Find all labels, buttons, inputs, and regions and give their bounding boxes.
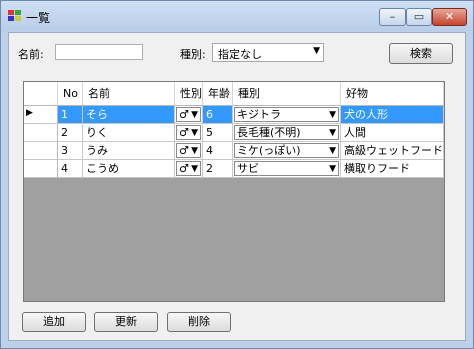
cell-gender-select[interactable]: ♂ ▼ <box>175 106 203 124</box>
dropdown-arrow-icon[interactable]: ▼ <box>191 144 198 158</box>
cell-name[interactable]: こうめ <box>83 160 175 178</box>
type-filter-select[interactable]: 指定なし ▼ <box>212 43 324 62</box>
cell-no[interactable]: 4 <box>58 160 83 178</box>
dropdown-arrow-icon[interactable]: ▼ <box>329 108 336 122</box>
current-row-icon: ▶ <box>26 108 33 118</box>
close-button[interactable]: ✕ <box>432 8 467 26</box>
name-search-input[interactable] <box>55 44 143 60</box>
maximize-icon: ▭ <box>413 10 425 23</box>
cell-age[interactable]: 5 <box>203 124 233 142</box>
row-header[interactable] <box>24 160 58 178</box>
data-grid[interactable]: No 名前 性別 年齢 種別 好物 ▶ 1 そら ♂ ▼ 6 キジトラ ▼ 犬の人形… <box>23 81 445 302</box>
cell-favorite[interactable]: 横取りフード <box>341 160 444 178</box>
add-button[interactable]: 追加 <box>22 312 86 332</box>
dropdown-arrow-icon[interactable]: ▼ <box>329 144 336 158</box>
main-window: 一覧 – ▭ ✕ 名前: 種別: 指定なし ▼ 検索 No 名前 性別 年齢 種… <box>0 0 474 349</box>
cell-favorite[interactable]: 高級ウェットフード <box>341 142 444 160</box>
cell-favorite[interactable]: 犬の人形 <box>341 106 444 124</box>
column-header-favorite[interactable]: 好物 <box>341 82 444 106</box>
cell-gender-select[interactable]: ♂ ▼ <box>175 160 203 178</box>
cell-name[interactable]: りく <box>83 124 175 142</box>
cell-favorite[interactable]: 人間 <box>341 124 444 142</box>
dropdown-arrow-icon[interactable]: ▼ <box>191 108 198 122</box>
dropdown-arrow-icon[interactable]: ▼ <box>191 162 198 176</box>
dropdown-arrow-icon[interactable]: ▼ <box>313 46 320 56</box>
row-header[interactable] <box>24 124 58 142</box>
cell-no[interactable]: 3 <box>58 142 83 160</box>
window-title: 一覧 <box>26 11 51 25</box>
maximize-button[interactable]: ▭ <box>406 8 432 26</box>
name-label: 名前: <box>18 48 44 61</box>
delete-button[interactable]: 削除 <box>167 312 231 332</box>
cell-name[interactable]: そら <box>83 106 175 124</box>
update-button[interactable]: 更新 <box>94 312 158 332</box>
row-header[interactable] <box>24 142 58 160</box>
cell-type-select[interactable]: サビ ▼ <box>233 160 341 178</box>
dropdown-arrow-icon[interactable]: ▼ <box>329 162 336 176</box>
cell-gender-select[interactable]: ♂ ▼ <box>175 124 203 142</box>
column-header-no[interactable]: No <box>58 82 83 106</box>
column-header-type[interactable]: 種別 <box>233 82 341 106</box>
type-filter-value: 指定なし <box>218 48 262 61</box>
cell-age[interactable]: 4 <box>203 142 233 160</box>
close-icon: ✕ <box>444 10 455 23</box>
row-header[interactable]: ▶ <box>24 106 58 124</box>
app-icon <box>8 10 21 21</box>
column-header-age[interactable]: 年齢 <box>203 82 233 106</box>
cell-type-select[interactable]: キジトラ ▼ <box>233 106 341 124</box>
column-header-name[interactable]: 名前 <box>83 82 175 106</box>
cell-name[interactable]: うみ <box>83 142 175 160</box>
cell-no[interactable]: 1 <box>58 106 83 124</box>
search-button[interactable]: 検索 <box>389 43 453 64</box>
minimize-button[interactable]: – <box>379 8 406 26</box>
grid-corner-header[interactable] <box>24 82 58 106</box>
cell-age[interactable]: 6 <box>203 106 233 124</box>
cell-no[interactable]: 2 <box>58 124 83 142</box>
cell-type-select[interactable]: 長毛種(不明) ▼ <box>233 124 341 142</box>
cell-type-select[interactable]: ミケ(っぽい) ▼ <box>233 142 341 160</box>
cell-gender-select[interactable]: ♂ ▼ <box>175 142 203 160</box>
cell-age[interactable]: 2 <box>203 160 233 178</box>
type-label: 種別: <box>180 48 206 61</box>
dropdown-arrow-icon[interactable]: ▼ <box>191 126 198 140</box>
dropdown-arrow-icon[interactable]: ▼ <box>329 126 336 140</box>
minimize-icon: – <box>389 10 396 23</box>
column-header-gender[interactable]: 性別 <box>175 82 203 106</box>
title-bar[interactable]: 一覧 – ▭ ✕ <box>1 1 473 31</box>
